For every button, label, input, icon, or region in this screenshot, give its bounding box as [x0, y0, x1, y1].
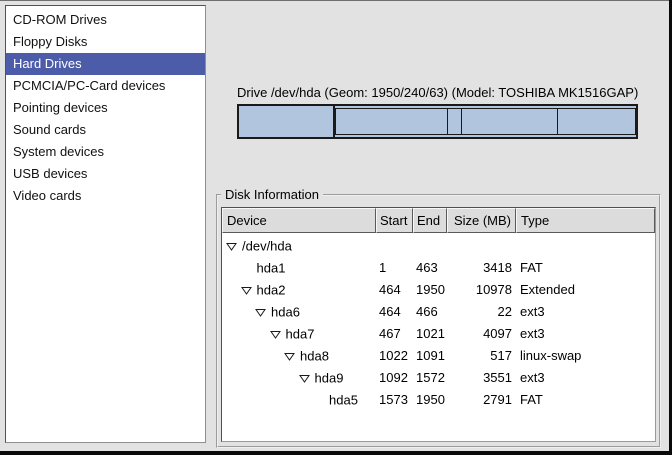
- column-header-start[interactable]: Start: [376, 208, 413, 233]
- size-cell: 2791: [447, 389, 516, 411]
- type-cell: FAT: [516, 257, 655, 279]
- logical-partition-boundary: [557, 109, 558, 134]
- type-cell: ext3: [516, 323, 655, 345]
- start-cell: 1022: [376, 345, 413, 367]
- table-body: /dev/hdahda114633418FAThda2464195010978E…: [222, 233, 655, 411]
- drive-geometry-label: Drive /dev/hda (Geom: 1950/240/63) (Mode…: [237, 85, 638, 100]
- end-cell: 1950: [413, 389, 447, 411]
- size-cell: 22: [447, 301, 516, 323]
- start-cell: 1573: [376, 389, 413, 411]
- start-cell: 464: [376, 279, 413, 301]
- table-row-hda7[interactable]: hda7 46710214097ext3: [222, 323, 655, 345]
- device-cell: /dev/hda: [222, 235, 376, 257]
- start-cell: 464: [376, 301, 413, 323]
- device-cell: hda7: [222, 323, 376, 345]
- device-label: hda7: [286, 327, 315, 342]
- table-row-hda2[interactable]: hda2 464195010978Extended: [222, 279, 655, 301]
- window-bottom-edge: [0, 451, 672, 455]
- type-cell: [516, 235, 655, 257]
- tree-expander-icon[interactable]: [270, 324, 286, 345]
- size-cell: 3418: [447, 257, 516, 279]
- extended-partition-box: [335, 108, 636, 135]
- sidebar-item-usb-devices[interactable]: USB devices: [6, 163, 205, 185]
- size-cell: 10978: [447, 279, 516, 301]
- sidebar-item-pointing-devices[interactable]: Pointing devices: [6, 97, 205, 119]
- start-cell: 1: [376, 257, 413, 279]
- size-cell: 517: [447, 345, 516, 367]
- column-header-type[interactable]: Type: [516, 208, 655, 233]
- column-header-device[interactable]: Device: [222, 208, 376, 233]
- disk-information-frame-label: Disk Information: [221, 187, 323, 202]
- device-cell: hda8: [222, 345, 376, 367]
- logical-partition-boundary: [461, 109, 462, 134]
- end-cell: 466: [413, 301, 447, 323]
- size-cell: 4097: [447, 323, 516, 345]
- sidebar-item-cd-rom-drives[interactable]: CD-ROM Drives: [6, 9, 205, 31]
- table-row-hda8[interactable]: hda8 10221091517linux-swap: [222, 345, 655, 367]
- device-cell: hda6: [222, 301, 376, 323]
- device-label: hda6: [271, 305, 300, 320]
- start-cell: 1092: [376, 367, 413, 389]
- end-cell: [413, 235, 447, 257]
- sidebar-item-floppy-disks[interactable]: Floppy Disks: [6, 31, 205, 53]
- device-category-list[interactable]: CD-ROM DrivesFloppy DisksHard DrivesPCMC…: [5, 5, 206, 443]
- start-cell: 467: [376, 323, 413, 345]
- table-row-hda5[interactable]: hda5 157319502791FAT: [222, 389, 655, 411]
- type-cell: FAT: [516, 389, 655, 411]
- tree-expander-icon[interactable]: [241, 280, 257, 301]
- table-row-hda9[interactable]: hda9 109215723551ext3: [222, 367, 655, 389]
- end-cell: 1572: [413, 367, 447, 389]
- column-header-size-mb-[interactable]: Size (MB): [447, 208, 516, 233]
- end-cell: 1091: [413, 345, 447, 367]
- device-label: hda1: [257, 261, 286, 276]
- device-cell: hda1: [222, 257, 376, 279]
- type-cell: linux-swap: [516, 345, 655, 367]
- tree-expander-icon[interactable]: [284, 346, 300, 367]
- type-cell: ext3: [516, 301, 655, 323]
- type-cell: Extended: [516, 279, 655, 301]
- table-row--dev-hda[interactable]: /dev/hda: [222, 235, 655, 257]
- size-cell: [447, 235, 516, 257]
- end-cell: 1021: [413, 323, 447, 345]
- type-cell: ext3: [516, 367, 655, 389]
- table-row-hda1[interactable]: hda1 14633418FAT: [222, 257, 655, 279]
- sidebar-item-sound-cards[interactable]: Sound cards: [6, 119, 205, 141]
- window-top-edge: [0, 0, 672, 1]
- partition-map-bar: [237, 104, 638, 139]
- device-cell: hda5: [222, 389, 376, 411]
- device-label: hda2: [257, 283, 286, 298]
- size-cell: 3551: [447, 367, 516, 389]
- logical-partition-boundary: [447, 109, 448, 134]
- column-header-end[interactable]: End: [413, 208, 447, 233]
- device-cell: hda2: [222, 279, 376, 301]
- device-label: hda5: [329, 393, 358, 408]
- sidebar-item-hard-drives[interactable]: Hard Drives: [6, 53, 205, 75]
- tree-expander-icon[interactable]: [299, 368, 315, 389]
- end-cell: 463: [413, 257, 447, 279]
- sidebar-item-video-cards[interactable]: Video cards: [6, 185, 205, 207]
- tree-expander-icon[interactable]: [255, 302, 271, 323]
- device-label: /dev/hda: [242, 239, 292, 254]
- partition-table-header: DeviceStartEndSize (MB)Type: [222, 208, 655, 233]
- partition-table: DeviceStartEndSize (MB)Type /dev/hda hda1…: [221, 207, 656, 442]
- sidebar-item-pcmcia-pc-card-devices[interactable]: PCMCIA/PC-Card devices: [6, 75, 205, 97]
- device-label: hda8: [300, 349, 329, 364]
- table-row-hda6[interactable]: hda6 46446622ext3: [222, 301, 655, 323]
- sidebar-item-system-devices[interactable]: System devices: [6, 141, 205, 163]
- hardware-browser-window: CD-ROM DrivesFloppy DisksHard DrivesPCMC…: [0, 0, 672, 455]
- device-cell: hda9: [222, 367, 376, 389]
- start-cell: [376, 235, 413, 257]
- device-label: hda9: [315, 371, 344, 386]
- end-cell: 1950: [413, 279, 447, 301]
- tree-expander-icon[interactable]: [226, 236, 242, 257]
